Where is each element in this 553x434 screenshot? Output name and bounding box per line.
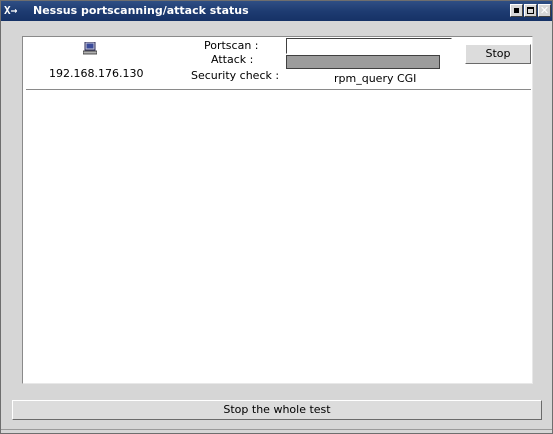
close-button[interactable]: ✕ — [538, 4, 551, 17]
stop-whole-test-button[interactable]: Stop the whole test — [12, 400, 542, 420]
scan-status-panel: 192.168.176.130 Portscan : Attack : Secu… — [22, 36, 533, 384]
portscan-progress-bar — [286, 38, 452, 54]
computer-icon — [83, 42, 97, 55]
minimize-icon — [511, 5, 522, 16]
security-check-label: Security check : — [191, 69, 280, 82]
security-check-value: rpm_query CGI — [334, 72, 417, 85]
attack-progress-fill — [287, 56, 439, 68]
stop-button[interactable]: Stop — [465, 44, 531, 64]
maximize-icon — [525, 5, 536, 16]
host-ip-address: 192.168.176.130 — [49, 67, 144, 80]
close-icon: ✕ — [539, 4, 550, 17]
portscan-label: Portscan : — [204, 39, 259, 52]
window-bottom-border — [1, 429, 552, 433]
attack-progress-bar — [286, 55, 440, 69]
app-icon: X→ — [4, 4, 18, 17]
separator — [26, 89, 531, 90]
attack-label: Attack : — [211, 53, 254, 66]
nessus-status-window: X→ Nessus portscanning/attack status ✕ 1… — [0, 0, 553, 434]
title-bar[interactable]: X→ Nessus portscanning/attack status ✕ — [1, 1, 552, 21]
maximize-button[interactable] — [524, 4, 537, 17]
minimize-button[interactable] — [510, 4, 523, 17]
window-title: Nessus portscanning/attack status — [33, 4, 249, 17]
